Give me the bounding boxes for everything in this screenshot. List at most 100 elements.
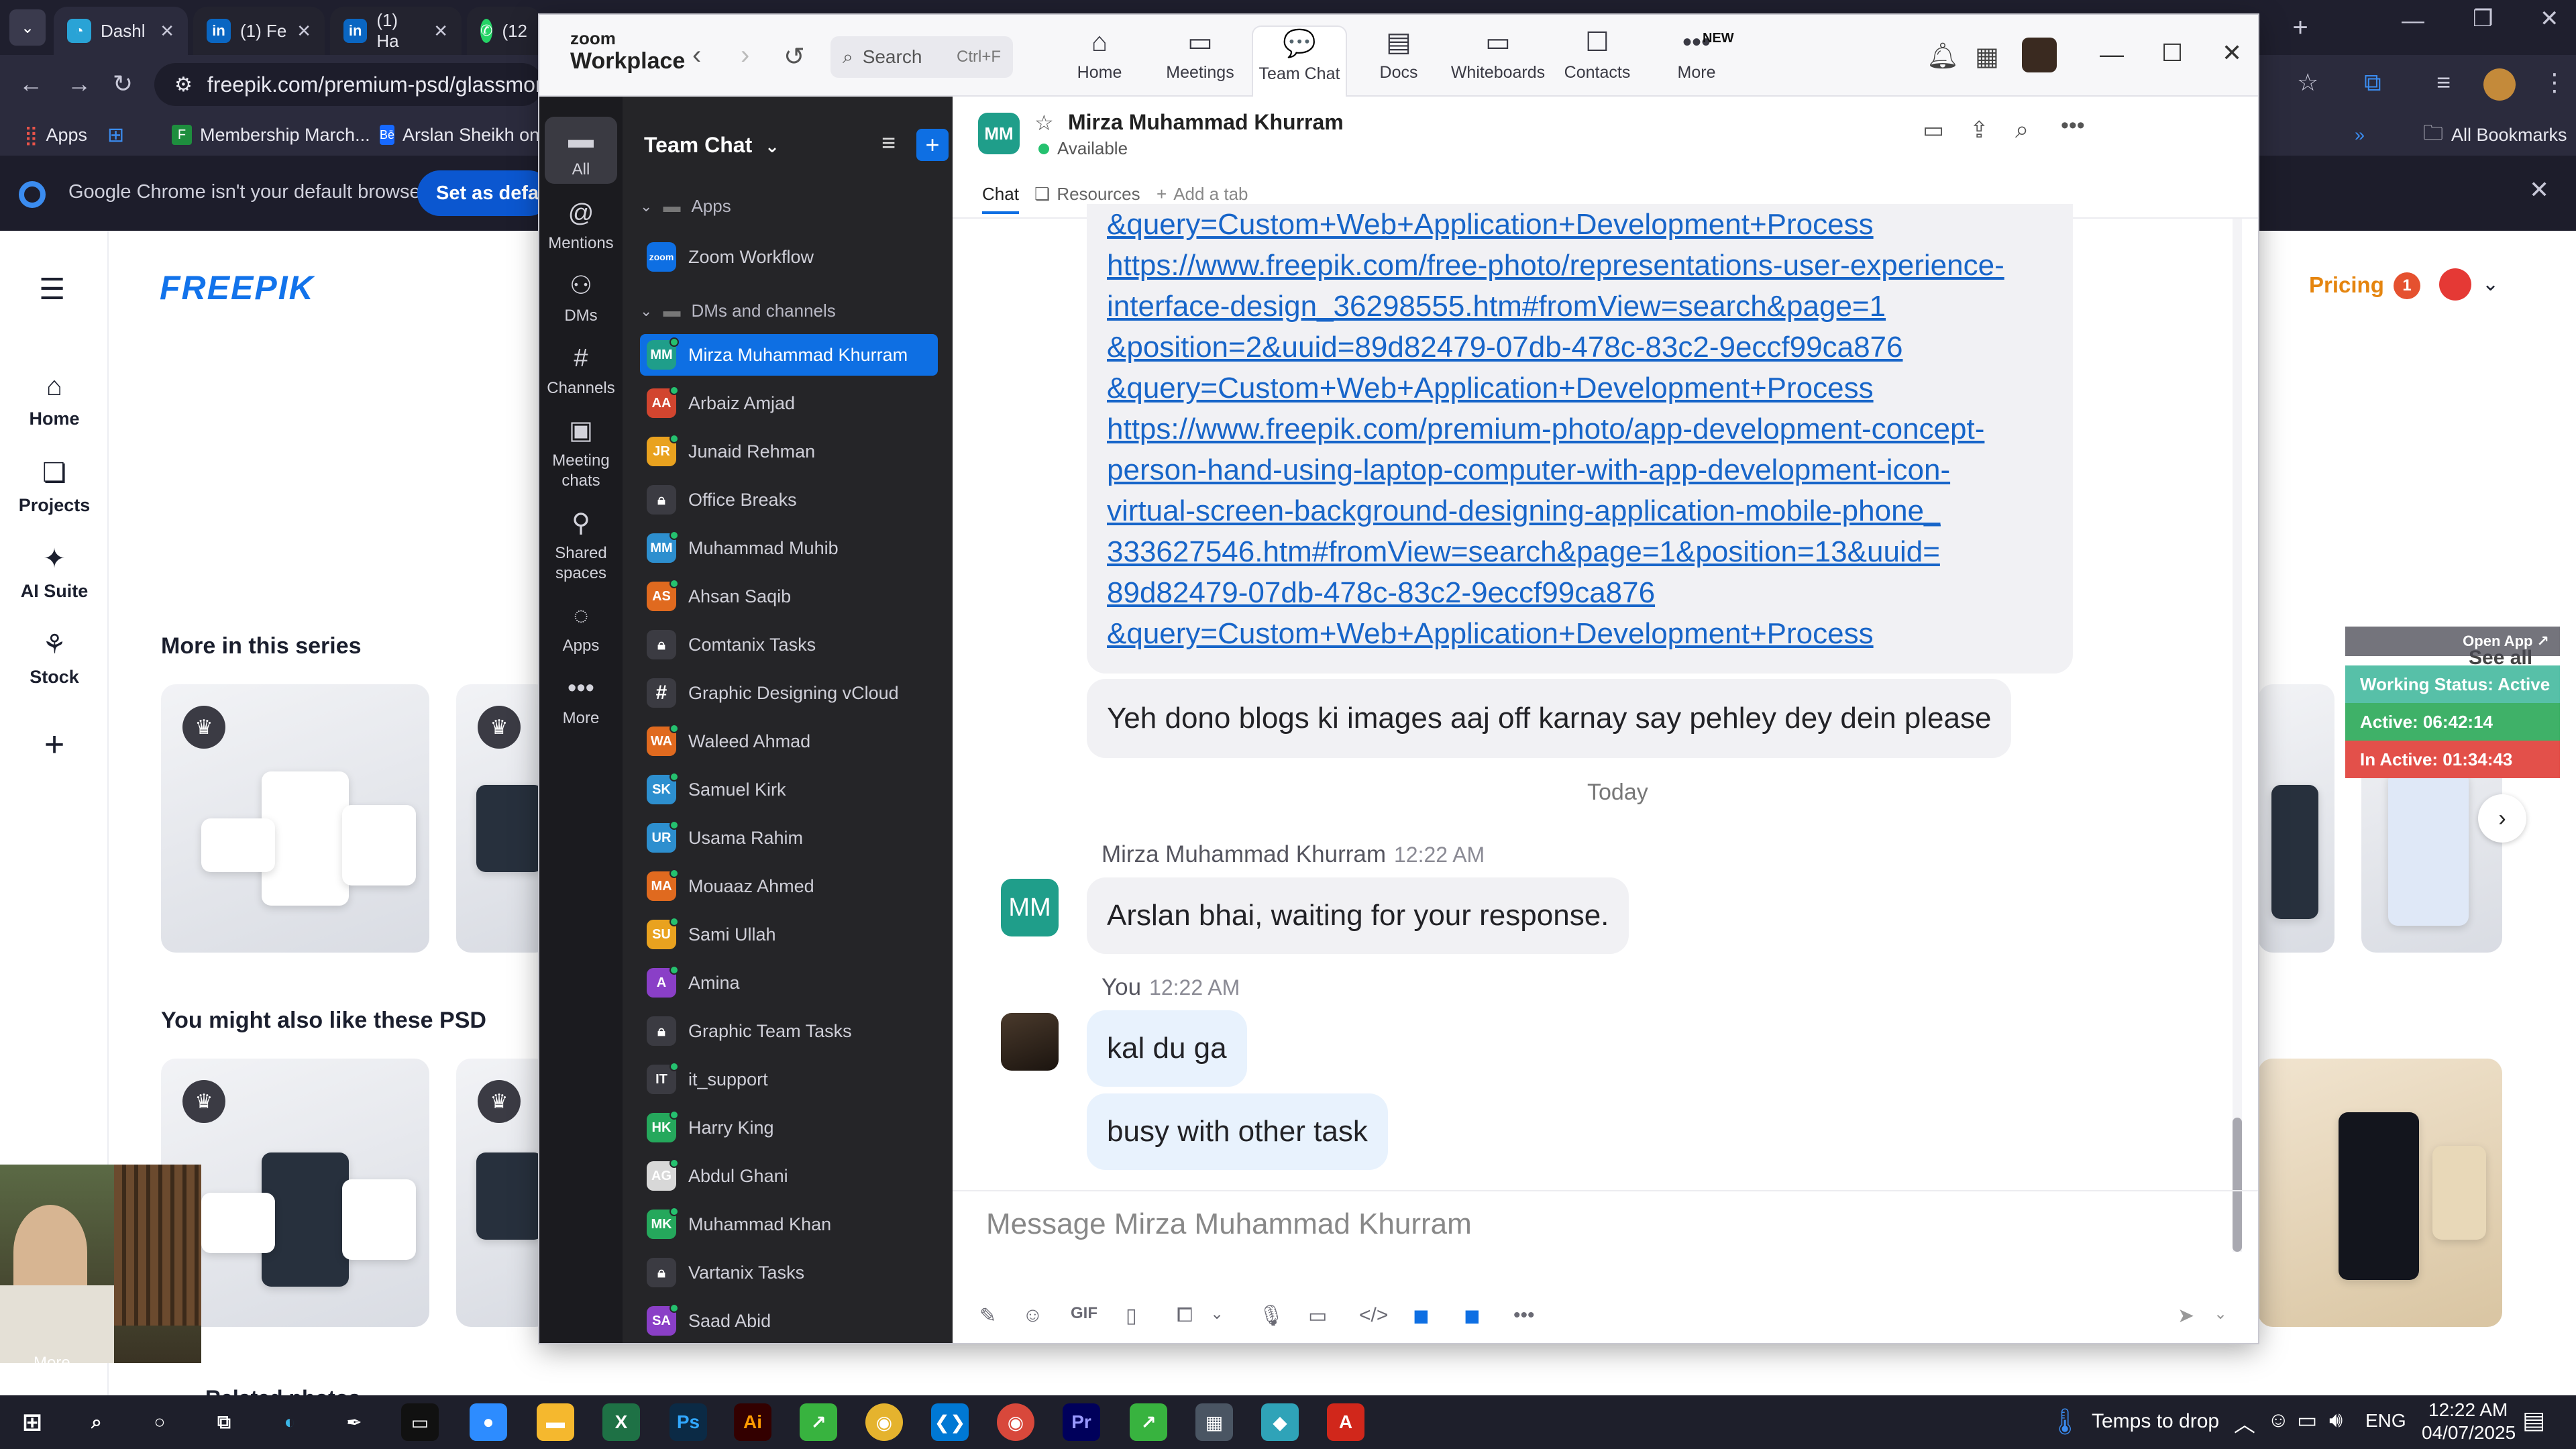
more-tools-icon[interactable]: ••• bbox=[1513, 1304, 1535, 1327]
message-link[interactable]: &query=Custom+Web+Application+Developmen… bbox=[1107, 204, 2004, 245]
profile-avatar[interactable] bbox=[2483, 68, 2516, 101]
forward-arrow-icon[interactable]: › bbox=[741, 40, 749, 70]
close-browser-button[interactable]: ✕ bbox=[2540, 5, 2559, 32]
zoom-close-button[interactable]: ✕ bbox=[2222, 39, 2242, 67]
illustrator-icon[interactable]: Ai bbox=[734, 1403, 771, 1441]
vscode-icon[interactable]: ❮❯ bbox=[931, 1403, 969, 1441]
message-link[interactable]: 89d82479-07db-478c-83c2-9eccf99ca876 bbox=[1107, 572, 2004, 613]
message-link[interactable]: https://www.freepik.com/premium-photo/ap… bbox=[1107, 409, 2004, 449]
start-icon[interactable]: ⊞ bbox=[13, 1403, 51, 1441]
browser-tab-linkedin-1[interactable]: in (1) Fe ✕ bbox=[193, 7, 325, 55]
list-item[interactable]: WA Waleed Ahmad bbox=[640, 720, 938, 762]
reload-icon[interactable]: ↻ bbox=[113, 70, 133, 98]
nav-projects[interactable]: ❏ Projects bbox=[0, 458, 109, 516]
pricing-link[interactable]: Pricing bbox=[2309, 272, 2384, 298]
bell-icon[interactable]: 🔔︎ bbox=[1927, 42, 1959, 71]
gif-icon[interactable]: GIF bbox=[1071, 1304, 1097, 1323]
all-bookmarks[interactable]: 🗀 All Bookmarks bbox=[2423, 121, 2567, 149]
back-arrow-icon[interactable]: ‹ bbox=[692, 40, 701, 70]
message-link[interactable]: virtual-screen-background-designing-appl… bbox=[1107, 490, 2004, 531]
chrome-icon[interactable]: ◉ bbox=[865, 1403, 903, 1441]
list-item[interactable]: 🔒︎ Graphic Team Tasks bbox=[640, 1010, 938, 1052]
list-item[interactable]: IT it_support bbox=[640, 1059, 938, 1100]
bookmarks-overflow-icon[interactable]: » bbox=[2355, 121, 2365, 149]
scrollbar[interactable] bbox=[2233, 219, 2242, 1252]
video-call-icon[interactable]: ▭ bbox=[1923, 117, 1944, 144]
list-item[interactable]: MK Muhammad Khan bbox=[640, 1203, 938, 1245]
bookmark-grid[interactable]: ⊞ bbox=[107, 121, 124, 149]
open-app-button[interactable]: Open App ↗ bbox=[2345, 627, 2560, 656]
bookmark-membership[interactable]: F Membership March... bbox=[172, 121, 370, 149]
tab-search-button[interactable]: ⌄ bbox=[9, 9, 46, 46]
pen-icon[interactable]: ✒ bbox=[335, 1403, 373, 1441]
message-link[interactable]: &position=2&uuid=89d82479-07db-478c-83c2… bbox=[1107, 327, 2004, 368]
tab-resources[interactable]: ❏ Resources bbox=[1034, 184, 1140, 205]
acrobat-icon[interactable]: A bbox=[1327, 1403, 1364, 1441]
zoom-minimize-button[interactable]: — bbox=[2100, 40, 2124, 68]
list-item[interactable]: HK Harry King bbox=[640, 1107, 938, 1148]
contact-name[interactable]: Mirza Muhammad Khurram bbox=[1068, 110, 1344, 135]
clock-time[interactable]: 12:22 AM bbox=[2428, 1399, 2508, 1421]
contact-avatar[interactable]: MM bbox=[978, 113, 1020, 154]
history-icon[interactable]: ↺ bbox=[784, 42, 805, 72]
list-item[interactable]: MM Muhammad Muhib bbox=[640, 527, 938, 569]
series-card-2[interactable]: ♛ bbox=[456, 684, 550, 953]
minimize-browser-button[interactable]: — bbox=[2402, 8, 2424, 34]
close-banner-icon[interactable]: ✕ bbox=[2529, 176, 2549, 204]
media-icon[interactable]: ≡ bbox=[2436, 68, 2451, 97]
restore-browser-button[interactable]: ❐ bbox=[2473, 5, 2493, 32]
scrollbar-thumb[interactable] bbox=[2233, 1118, 2242, 1252]
rail-apps[interactable]: ◌ Apps bbox=[539, 600, 623, 656]
hamburger-menu-icon[interactable]: ☰ bbox=[39, 272, 65, 307]
emoji-icon[interactable]: ☺ bbox=[1022, 1304, 1043, 1327]
rail-shared-spaces[interactable]: ⚲ Shared spaces bbox=[539, 507, 623, 584]
rail-more[interactable]: ••• More bbox=[539, 672, 623, 729]
team-chat-header[interactable]: Team Chat ⌄ bbox=[644, 133, 780, 158]
list-item[interactable]: 🔒︎ Vartanix Tasks bbox=[640, 1252, 938, 1293]
series-card-1[interactable]: ♛ bbox=[161, 684, 429, 953]
file-icon[interactable]: ▯ bbox=[1126, 1304, 1137, 1328]
volume-icon[interactable]: 🔊︎ bbox=[2329, 1407, 2343, 1433]
tab-chat[interactable]: Chat bbox=[982, 184, 1019, 214]
rail-meeting-chats[interactable]: ▣ Meeting chats bbox=[539, 415, 623, 491]
screenshot-icon[interactable]: ⧠ bbox=[1177, 1304, 1193, 1327]
set-default-button[interactable]: Set as default bbox=[417, 170, 551, 216]
message-link[interactable]: 333627546.htm#fromView=search&page=1&pos… bbox=[1107, 531, 2004, 572]
format-icon[interactable]: ✎ bbox=[979, 1304, 996, 1328]
app-icon[interactable]: ◆ bbox=[1261, 1403, 1299, 1441]
list-item[interactable]: SU Sami Ullah bbox=[640, 914, 938, 955]
bookmark-arslan[interactable]: Bē Arslan Sheikh on B bbox=[380, 121, 543, 149]
rail-mentions[interactable]: @ Mentions bbox=[539, 197, 623, 254]
sender-avatar[interactable]: MM bbox=[1001, 879, 1059, 936]
psd-card-2[interactable]: ♛ bbox=[456, 1059, 550, 1327]
cortana-icon[interactable]: ○ bbox=[141, 1403, 178, 1441]
message-link[interactable]: person-hand-using-laptop-computer-with-a… bbox=[1107, 449, 2004, 490]
new-chat-button[interactable]: + bbox=[916, 129, 949, 161]
notification-center-icon[interactable]: ▤ bbox=[2522, 1406, 2545, 1434]
zoom-maximize-button[interactable]: ☐ bbox=[2161, 39, 2183, 67]
list-item[interactable]: MA Mouaaz Ahmed bbox=[640, 865, 938, 907]
calendar-icon[interactable]: ▦ bbox=[1975, 42, 1999, 72]
terminal-icon[interactable]: ▭ bbox=[401, 1403, 439, 1441]
excel-icon[interactable]: X bbox=[602, 1403, 640, 1441]
tab-whiteboards[interactable]: ▭ Whiteboards bbox=[1450, 25, 1546, 97]
list-item[interactable]: AG Abdul Ghani bbox=[640, 1155, 938, 1197]
site-info-icon[interactable]: ⚙ bbox=[174, 73, 193, 97]
list-item[interactable]: AS Ahsan Saqib bbox=[640, 576, 938, 617]
close-tab-icon[interactable]: ✕ bbox=[160, 21, 174, 42]
task-view-icon[interactable]: ⧉ bbox=[205, 1403, 243, 1441]
share-screen-icon[interactable]: ⇪ bbox=[1970, 117, 1989, 144]
bookmark-apps[interactable]: ⣿ Apps bbox=[24, 121, 87, 149]
section-apps[interactable]: ⌄ ▬ Apps bbox=[640, 196, 731, 217]
tab-docs[interactable]: ▤ Docs bbox=[1351, 25, 1446, 97]
nav-stock[interactable]: ⚘ Stock bbox=[0, 629, 109, 688]
list-item[interactable]: SK Samuel Kirk bbox=[640, 769, 938, 810]
search-icon[interactable]: ⌕ bbox=[78, 1403, 115, 1441]
section-dms[interactable]: ⌄ ▬ DMs and channels bbox=[640, 301, 836, 321]
send-icon[interactable]: ➤ bbox=[2178, 1304, 2194, 1328]
app-icon[interactable]: ◼ bbox=[1464, 1304, 1481, 1328]
extension-icon[interactable]: ⧉ bbox=[2364, 68, 2381, 97]
upwork-icon[interactable]: ↗ bbox=[1130, 1403, 1167, 1441]
tab-contacts[interactable]: ☐ Contacts bbox=[1550, 25, 1645, 97]
chevron-down-icon[interactable]: ⌄ bbox=[2482, 272, 2499, 296]
